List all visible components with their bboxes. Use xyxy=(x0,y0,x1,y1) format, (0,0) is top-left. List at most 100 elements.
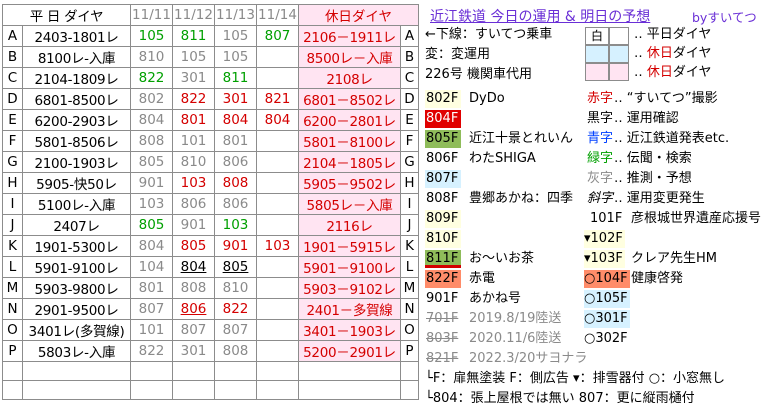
row-main-diagram[interactable]: 5100レ-入庫 xyxy=(22,193,131,215)
day-cell[interactable]: 301 xyxy=(172,340,215,362)
train-code[interactable]: 701F xyxy=(425,310,461,328)
day-cell[interactable]: 808 xyxy=(172,277,215,299)
small-train-code[interactable]: ▾103F xyxy=(584,250,625,268)
day-cell[interactable]: 805 xyxy=(130,214,173,236)
day-cell[interactable]: 822 xyxy=(130,340,173,362)
row-holiday-diagram[interactable]: 2106－1911レ xyxy=(298,25,401,47)
day-cell[interactable] xyxy=(256,277,299,299)
day-cell[interactable] xyxy=(256,130,299,152)
row-main-diagram[interactable]: 8100レ-入庫 xyxy=(22,46,131,68)
day-cell[interactable]: 822 xyxy=(214,298,257,320)
day-cell[interactable]: 801 xyxy=(214,130,257,152)
row-main-diagram[interactable]: 2403-1801レ xyxy=(22,25,131,47)
row-main-diagram[interactable]: 5801-8506レ xyxy=(22,130,131,152)
day-cell[interactable]: 811 xyxy=(214,67,257,89)
small-train-code[interactable]: ▾102F xyxy=(584,230,625,248)
day-cell[interactable]: 801 xyxy=(130,277,173,299)
day-cell[interactable]: 104 xyxy=(130,256,173,278)
train-code[interactable]: 810F xyxy=(425,230,461,248)
day-cell[interactable]: 105 xyxy=(130,25,173,47)
day-cell[interactable]: 808 xyxy=(214,340,257,362)
row-main-diagram[interactable]: 2407レ xyxy=(22,214,131,236)
day-cell[interactable] xyxy=(256,193,299,215)
day-cell[interactable]: 105 xyxy=(214,46,257,68)
day-cell[interactable]: 103 xyxy=(172,172,215,194)
day-cell[interactable]: 806 xyxy=(214,193,257,215)
day-cell[interactable]: 822 xyxy=(172,88,215,110)
day-cell[interactable]: 822 xyxy=(130,67,173,89)
day-cell[interactable]: 105 xyxy=(214,25,257,47)
day-cell[interactable]: 810 xyxy=(214,277,257,299)
row-main-diagram[interactable]: 5905-快50レ xyxy=(22,172,131,194)
day-cell[interactable]: 301 xyxy=(172,67,215,89)
small-train-code[interactable]: ○302F xyxy=(584,330,630,348)
day-cell[interactable]: 103 xyxy=(214,214,257,236)
day-cell[interactable]: 807 xyxy=(130,298,173,320)
small-train-code[interactable]: ○105F xyxy=(584,290,630,308)
day-cell[interactable] xyxy=(256,319,299,341)
day-cell[interactable]: 808 xyxy=(130,130,173,152)
day-cell[interactable]: 810 xyxy=(172,151,215,173)
day-cell[interactable]: 101 xyxy=(172,130,215,152)
day-cell[interactable]: 101 xyxy=(130,319,173,341)
day-cell[interactable]: 901 xyxy=(214,235,257,257)
day-cell[interactable]: 802 xyxy=(130,88,173,110)
row-main-diagram[interactable]: 2901-9500レ xyxy=(22,298,131,320)
day-cell[interactable]: 804 xyxy=(172,256,215,278)
day-cell[interactable]: 901 xyxy=(130,172,173,194)
day-cell[interactable]: 804 xyxy=(130,109,173,131)
day-cell[interactable]: 301 xyxy=(214,88,257,110)
row-holiday-diagram[interactable]: 2401－多賀線 xyxy=(298,298,401,320)
day-cell[interactable] xyxy=(256,172,299,194)
train-code[interactable]: 806F xyxy=(425,150,461,168)
day-cell[interactable]: 103 xyxy=(130,193,173,215)
day-cell[interactable] xyxy=(256,298,299,320)
day-cell[interactable] xyxy=(256,340,299,362)
small-train-code[interactable]: 101F xyxy=(590,210,625,228)
train-code[interactable]: 803F xyxy=(425,330,461,348)
train-code[interactable]: 822F xyxy=(425,270,461,288)
day-cell[interactable] xyxy=(256,151,299,173)
train-code[interactable]: 804F xyxy=(425,110,461,128)
page-title[interactable]: 近江鉄道 今日の運用 & 明日の予想 xyxy=(430,6,650,26)
train-code[interactable]: 821F xyxy=(425,350,461,368)
day-cell[interactable]: 806 xyxy=(214,151,257,173)
train-code[interactable]: 807F xyxy=(425,170,461,188)
row-main-diagram[interactable]: 5903-9800レ xyxy=(22,277,131,299)
day-cell[interactable]: 811 xyxy=(172,25,215,47)
day-cell[interactable]: 804 xyxy=(130,235,173,257)
row-main-diagram[interactable]: 5803レ-入庫 xyxy=(22,340,131,362)
row-holiday-diagram[interactable]: 1901－5915レ xyxy=(298,235,401,257)
train-code[interactable]: 808F xyxy=(425,190,461,208)
row-main-diagram[interactable]: 6200-2903レ xyxy=(22,109,131,131)
day-cell[interactable]: 805 xyxy=(172,235,215,257)
row-main-diagram[interactable]: 2104-1809レ xyxy=(22,67,131,89)
row-holiday-diagram[interactable]: 2116レ xyxy=(298,214,401,236)
day-cell[interactable]: 805 xyxy=(130,151,173,173)
day-cell[interactable] xyxy=(256,67,299,89)
day-cell[interactable] xyxy=(256,46,299,68)
train-code[interactable]: 809F xyxy=(425,210,461,228)
row-holiday-diagram[interactable]: 5905－9502レ xyxy=(298,172,401,194)
row-holiday-diagram[interactable]: 5200－2901レ xyxy=(298,340,401,362)
day-cell[interactable]: 804 xyxy=(256,109,299,131)
row-holiday-diagram[interactable]: 8500レ－入庫 xyxy=(298,46,401,68)
day-cell[interactable]: 105 xyxy=(172,46,215,68)
day-cell[interactable]: 821 xyxy=(256,88,299,110)
row-main-diagram[interactable]: 2100-1903レ xyxy=(22,151,131,173)
day-cell[interactable]: 807 xyxy=(214,319,257,341)
row-holiday-diagram[interactable]: 5903－9102レ xyxy=(298,277,401,299)
row-main-diagram[interactable]: 6801-8500レ xyxy=(22,88,131,110)
row-main-diagram[interactable]: 1901-5300レ xyxy=(22,235,131,257)
day-cell[interactable]: 806 xyxy=(172,298,215,320)
small-train-code[interactable]: ○301F xyxy=(584,310,630,328)
row-holiday-diagram[interactable]: 2104－1805レ xyxy=(298,151,401,173)
row-holiday-diagram[interactable]: 6801－8502レ xyxy=(298,88,401,110)
row-holiday-diagram[interactable]: 5901－9100レ xyxy=(298,256,401,278)
row-holiday-diagram[interactable]: 5801－8100レ xyxy=(298,130,401,152)
day-cell[interactable]: 806 xyxy=(172,193,215,215)
train-code[interactable]: 805F xyxy=(425,130,461,148)
day-cell[interactable]: 801 xyxy=(172,109,215,131)
day-cell[interactable]: 103 xyxy=(256,235,299,257)
row-main-diagram[interactable]: 3401レ(多賀線) xyxy=(22,319,131,341)
